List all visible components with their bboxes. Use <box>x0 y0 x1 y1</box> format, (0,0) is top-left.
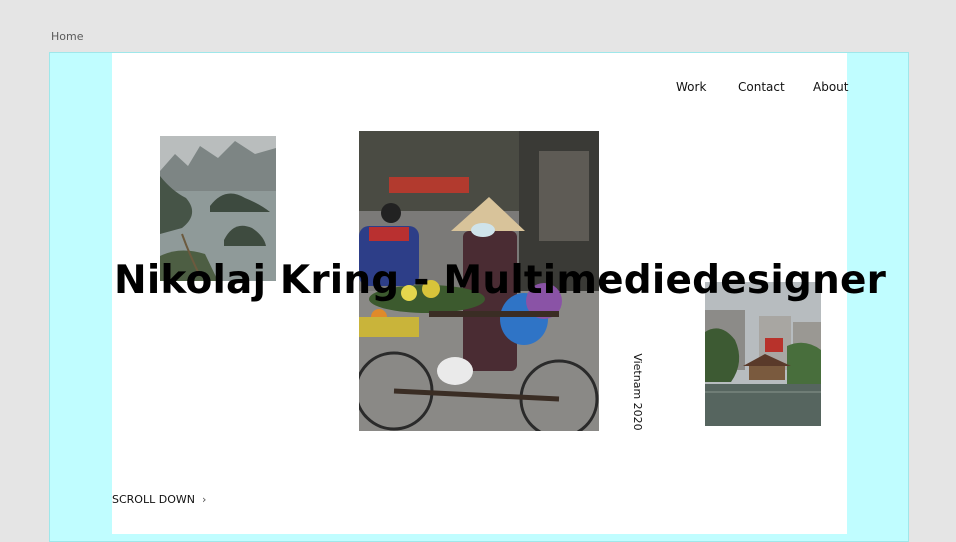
chevron-right-icon: › <box>201 493 207 506</box>
scroll-down-label: SCROLL DOWN <box>112 493 195 506</box>
photo-caption: Vietnam 2020 <box>631 353 644 431</box>
hero-headline: Nikolaj Kring - Multimediedesigner <box>114 258 887 303</box>
nav-about-link[interactable]: About <box>813 80 848 94</box>
main-nav: Work Contact About <box>0 80 956 96</box>
nav-contact-link[interactable]: Contact <box>738 80 785 94</box>
artboard-label[interactable]: Home <box>51 30 83 43</box>
nav-work-link[interactable]: Work <box>676 80 706 94</box>
scroll-down-link[interactable]: SCROLL DOWN › <box>112 493 206 506</box>
